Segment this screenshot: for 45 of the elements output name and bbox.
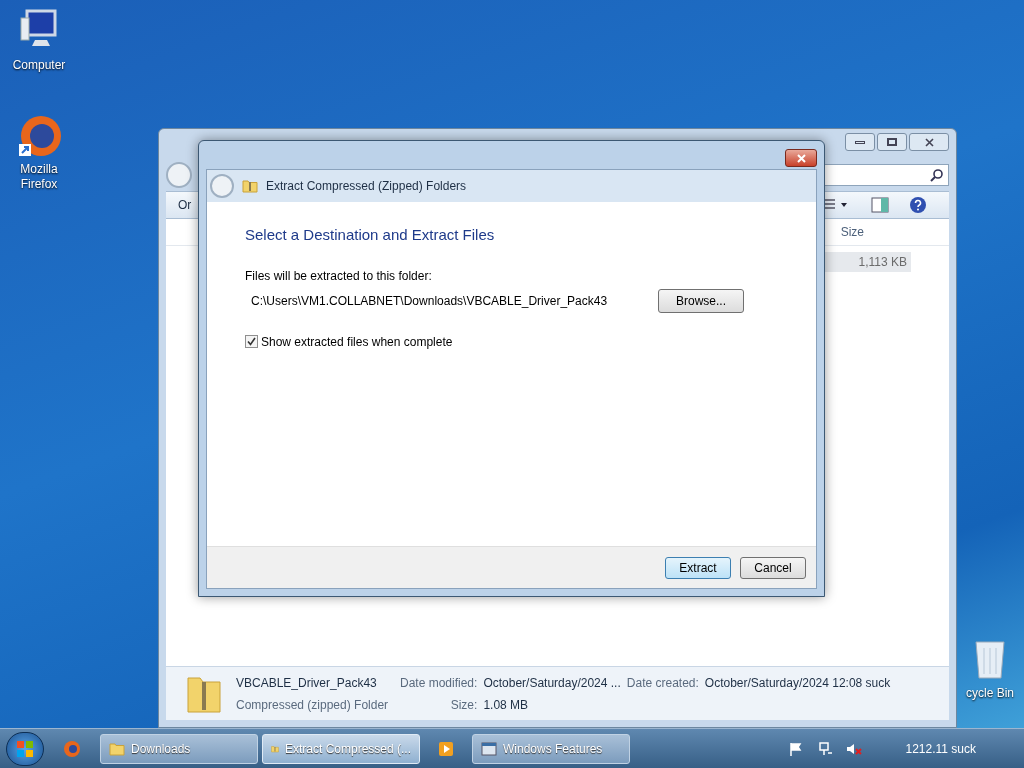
icon-label: cycle Bin (966, 685, 1014, 702)
start-button[interactable] (6, 731, 44, 766)
zip-folder-icon (242, 179, 258, 193)
search-icon (930, 168, 944, 182)
folder-icon (109, 741, 125, 756)
dialog-heading: Select a Destination and Extract Files (245, 225, 496, 245)
help-icon[interactable] (909, 196, 927, 214)
maximize-button[interactable] (877, 133, 907, 151)
close-button[interactable] (785, 149, 817, 167)
minimize-button[interactable] (845, 133, 875, 151)
desktop-icon[interactable]: Mozilla Firefox (6, 112, 72, 192)
property-value: 1.08 MB (483, 696, 530, 714)
property-label: Date modified: (400, 674, 478, 692)
close-icon (796, 153, 806, 163)
window-icon (481, 740, 497, 757)
instruction-text: Files will be extracted to this folder: (245, 267, 433, 285)
show-files-checkbox[interactable]: Show extracted files when complete (245, 332, 778, 351)
close-icon (924, 137, 934, 147)
destination-path: C:\Users\VM1.COLLABNET\Downloads\VBCABLE_Driver_Pack43 (250, 292, 608, 310)
column-header[interactable]: Size (840, 223, 864, 241)
media-player-icon (438, 740, 454, 757)
browse-button[interactable]: Browse... (658, 288, 744, 313)
icon-label: Computer (12, 57, 66, 74)
property-value: October/Saturday/2024 12:08 suck (704, 674, 891, 692)
windows-logo-icon (16, 739, 34, 758)
file-type: Compressed (zipped) Folder (236, 696, 386, 714)
property-label: Date created: (626, 674, 699, 692)
dialog-title: Extract Compressed (Zipped) Folders (266, 178, 467, 195)
desktop-icon[interactable]: cycle Bin (956, 636, 1024, 702)
checkbox[interactable] (245, 335, 258, 348)
dialog-button[interactable]: Cancel (740, 556, 806, 579)
property-label: Size: (449, 696, 478, 714)
size-cell: 1,113 KB (825, 252, 911, 272)
clock[interactable]: 1212.11 suck (905, 739, 976, 758)
network-icon[interactable] (817, 740, 834, 757)
dialog-button[interactable]: Extract (665, 556, 731, 579)
property-value: October/Saturday/2024 ... (483, 674, 621, 692)
close-button[interactable] (909, 133, 949, 151)
browser-icon (63, 739, 81, 758)
file-name: VBCABLE_Driver_Pack43 (236, 674, 378, 692)
icon-label: Mozilla Firefox (19, 162, 59, 192)
desktop-icon[interactable]: Computer (6, 8, 72, 74)
toolbar-button[interactable]: Or (178, 196, 192, 214)
preview-pane-icon[interactable] (871, 197, 889, 213)
flag-icon[interactable] (787, 740, 804, 757)
